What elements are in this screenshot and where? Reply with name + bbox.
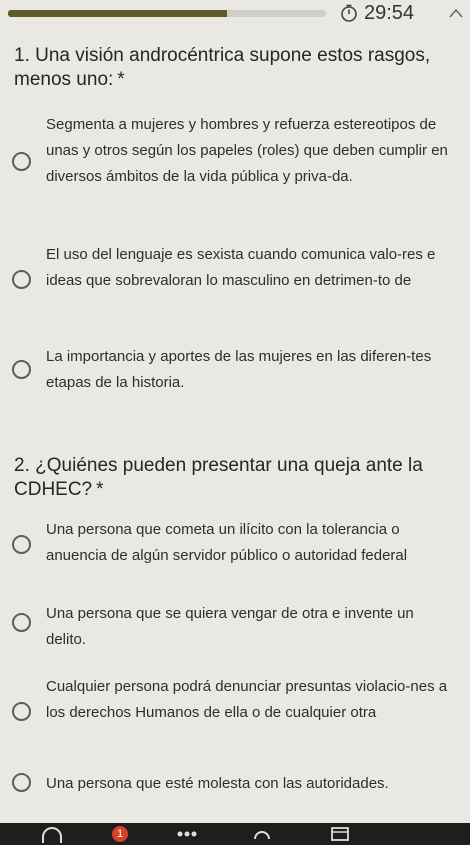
notification-badge-icon[interactable]: 1 [112, 826, 128, 842]
question-2-title: 2. ¿Quiénes pueden presentar una queja a… [14, 454, 459, 502]
progress-fill [8, 10, 228, 17]
chevron-up-icon[interactable] [448, 6, 464, 20]
window-icon[interactable] [330, 825, 350, 843]
option-label: Cualquier persona podrá denunciar presun… [46, 678, 448, 721]
question-text: Una visión androcéntrica supone estos ra… [14, 45, 431, 90]
triangle-icon[interactable] [252, 826, 272, 842]
radio-button[interactable] [12, 152, 31, 171]
dots-icon[interactable] [176, 829, 198, 839]
bottom-bar: 1 [0, 823, 470, 845]
headphones-icon[interactable] [40, 827, 64, 845]
question-text: ¿Quiénes pueden presentar una queja ante… [14, 455, 423, 500]
option-label: Una persona que esté molesta con las aut… [46, 775, 389, 792]
radio-button[interactable] [12, 773, 31, 792]
option-label: El uso del lenguaje es sexista cuando co… [46, 246, 436, 289]
option-label: Una persona que se quiera vengar de otra… [46, 605, 414, 648]
option-label: La importancia y aportes de las mujeres … [46, 348, 432, 391]
radio-button[interactable] [12, 702, 31, 721]
question-1-title: 1. Una visión androcéntrica supone estos… [14, 44, 459, 92]
option-label: Segmenta a mujeres y hombres y refuerza … [46, 116, 448, 185]
radio-button[interactable] [12, 613, 31, 632]
progress-bar [8, 10, 326, 17]
timer-icon [341, 4, 357, 22]
question-number: 2. [14, 455, 30, 476]
option-label: Una persona que cometa un ilícito con la… [46, 521, 408, 564]
radio-button[interactable] [12, 535, 31, 554]
question-number: 1. [14, 45, 30, 66]
top-bar: 29:54 [0, 0, 470, 28]
required-mark: * [117, 69, 125, 90]
radio-button[interactable] [12, 360, 31, 379]
required-mark: * [96, 479, 104, 500]
timer-value: 29:54 [364, 2, 415, 24]
radio-button[interactable] [12, 270, 31, 289]
